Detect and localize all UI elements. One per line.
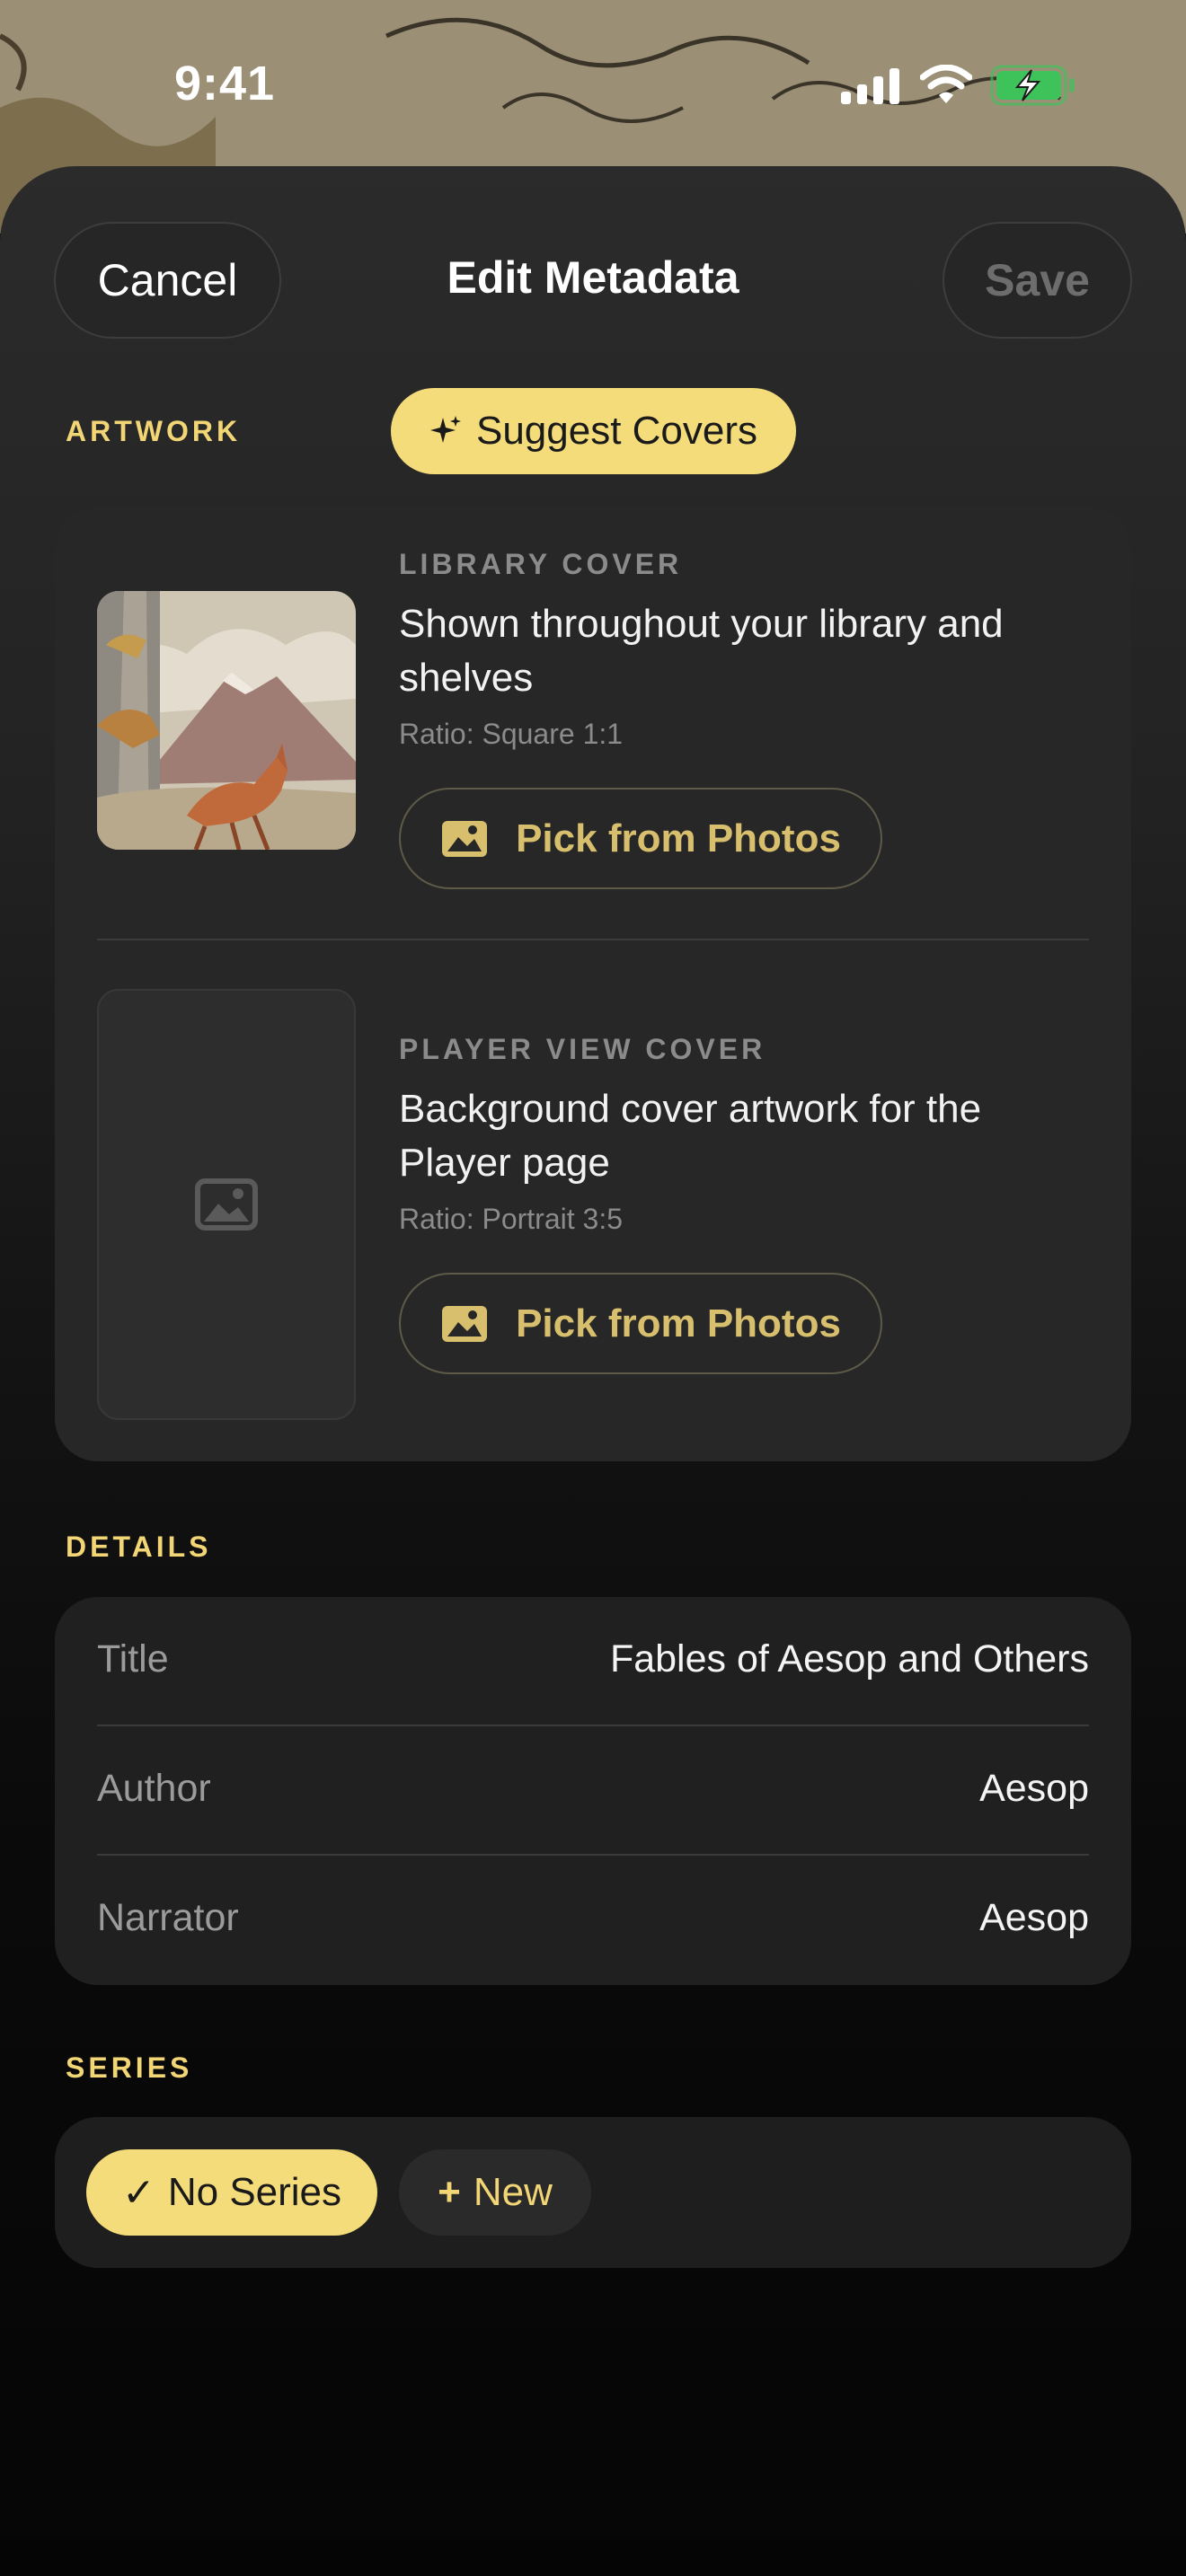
narrator-row-label: Narrator (97, 1896, 239, 1939)
narrator-field[interactable]: Aesop (979, 1896, 1089, 1940)
details-divider (97, 1725, 1089, 1726)
player-pick-label: Pick from Photos (516, 1301, 841, 1345)
player-cover-ratio: Ratio: Portrait 3:5 (399, 1203, 623, 1235)
player-cover-kicker: PLAYER VIEW COVER (399, 1033, 766, 1065)
suggest-covers-button[interactable]: Suggest Covers (391, 388, 796, 474)
library-cover-description: Shown throughout your library and shelve… (399, 602, 1004, 700)
library-pick-from-photos-button[interactable]: Pick from Photos (399, 788, 882, 889)
artwork-section-label: ARTWORK (66, 415, 242, 447)
player-cover-placeholder[interactable] (97, 989, 356, 1420)
player-pick-from-photos-button[interactable]: Pick from Photos (399, 1273, 882, 1374)
author-field[interactable]: Aesop (979, 1767, 1089, 1811)
plus-icon: + (438, 2170, 461, 2214)
checkmark-icon: ✓ (121, 2170, 155, 2215)
status-time: 9:41 (174, 57, 276, 110)
library-cover-info: LIBRARY COVER Shown throughout your libr… (399, 548, 1082, 751)
new-series-button[interactable]: + New (399, 2149, 591, 2236)
details-divider (97, 1854, 1089, 1856)
image-placeholder-icon (195, 1178, 258, 1231)
photo-icon (442, 1305, 488, 1342)
battery-icon (990, 65, 1075, 106)
library-cover-ratio: Ratio: Square 1:1 (399, 718, 624, 750)
save-button[interactable]: Save (943, 222, 1132, 339)
status-bar: 9:41 (0, 0, 1186, 166)
signal-icon (841, 68, 899, 104)
library-pick-label: Pick from Photos (516, 816, 841, 860)
cancel-button[interactable]: Cancel (54, 222, 281, 339)
library-cover-image[interactable] (97, 591, 356, 850)
photo-icon (442, 820, 488, 857)
title-field[interactable]: Fables of Aesop and Others (610, 1637, 1089, 1681)
player-cover-description: Background cover artwork for the Player … (399, 1087, 982, 1185)
details-section-label: DETAILS (66, 1531, 212, 1563)
author-row-label: Author (97, 1767, 211, 1810)
artwork-divider (97, 939, 1089, 940)
library-cover-kicker: LIBRARY COVER (399, 548, 683, 580)
series-section-label: SERIES (66, 2051, 193, 2084)
title-row-label: Title (97, 1637, 169, 1681)
new-series-label: New (473, 2170, 553, 2214)
wifi-icon (920, 65, 972, 103)
sparkle-icon (429, 416, 461, 443)
no-series-chip[interactable]: ✓ No Series (86, 2149, 377, 2236)
player-cover-info: PLAYER VIEW COVER Background cover artwo… (399, 1033, 1082, 1236)
page-title: Edit Metadata (447, 252, 739, 303)
no-series-label: No Series (167, 2170, 342, 2214)
suggest-covers-label: Suggest Covers (475, 409, 758, 453)
